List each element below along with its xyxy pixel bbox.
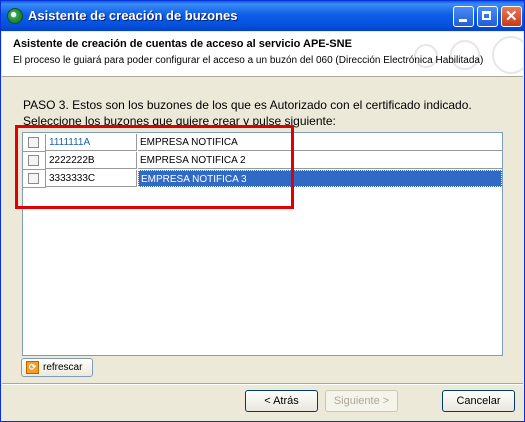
refresh-button[interactable]: ⟳ refrescar [21, 358, 93, 377]
decorative-circle-icon [492, 36, 523, 74]
window-title: Asistente de creación de buzones [28, 8, 238, 23]
app-icon [7, 8, 23, 24]
close-icon: ✕ [505, 8, 518, 25]
annotation-highlight-box [15, 125, 294, 209]
minimize-button[interactable] [453, 6, 474, 27]
close-button[interactable]: ✕ [501, 6, 522, 27]
next-button[interactable]: Siguiente > [325, 390, 398, 412]
title-bar[interactable]: Asistente de creación de buzones ✕ [1, 1, 524, 31]
maximize-icon [482, 11, 491, 20]
header-subtitle: El proceso le guiará para poder configur… [13, 55, 484, 66]
footer-separator [2, 383, 523, 385]
header-title: Asistente de creación de cuentas de acce… [13, 38, 352, 50]
cancel-button[interactable]: Cancelar [442, 390, 515, 412]
wizard-window: Asistente de creación de buzones ✕ Asist… [0, 0, 525, 422]
refresh-label: refrescar [43, 362, 83, 373]
minimize-icon [459, 19, 467, 22]
refresh-icon: ⟳ [26, 361, 39, 374]
step-text: PASO 3. Estos son los buzones de los que… [23, 98, 472, 112]
maximize-button[interactable] [477, 6, 498, 27]
back-button[interactable]: < Atrás [245, 390, 318, 412]
wizard-header: Asistente de creación de cuentas de acce… [2, 32, 523, 77]
